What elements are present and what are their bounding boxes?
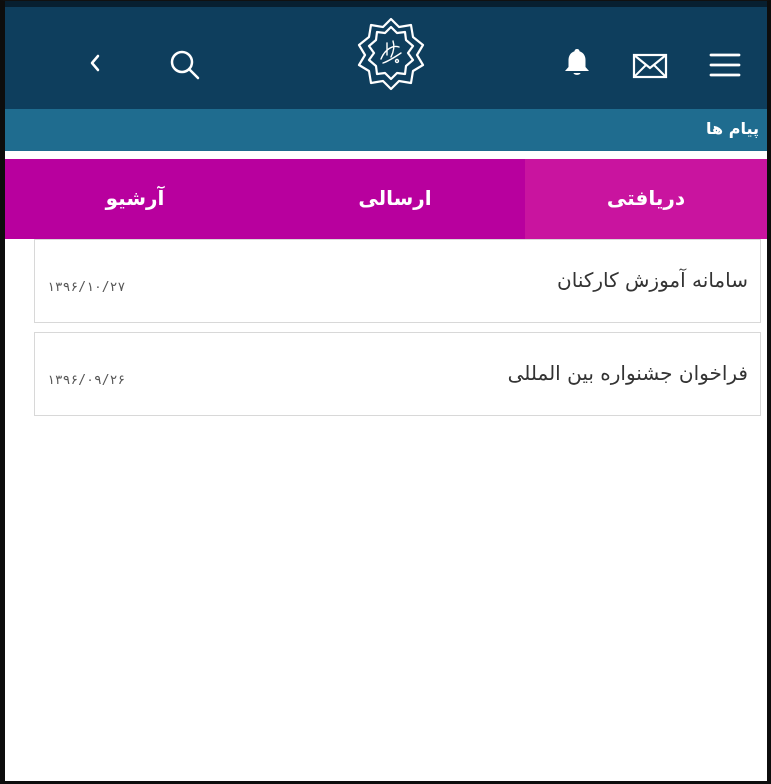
app-window: پیام ها آرشیو ارسالی دریافتی سامانه آموز…: [0, 0, 771, 784]
tab-bar: آرشیو ارسالی دریافتی: [5, 159, 767, 239]
message-subject: فراخوان جشنواره بین المللی: [507, 361, 748, 385]
top-bar: [5, 1, 767, 109]
emblem-logo: [353, 15, 429, 91]
page-title: پیام ها: [706, 119, 759, 138]
chevron-left-icon[interactable]: [87, 51, 103, 75]
search-icon[interactable]: [167, 47, 203, 83]
tab-archive[interactable]: آرشیو: [5, 159, 265, 239]
message-list: سامانه آموزش کارکنان ۱۳۹۶/۱۰/۲۷ فراخوان …: [34, 239, 761, 416]
envelope-icon[interactable]: [632, 53, 668, 79]
tab-sent[interactable]: ارسالی: [265, 159, 525, 239]
message-row[interactable]: فراخوان جشنواره بین المللی ۱۳۹۶/۰۹/۲۶: [34, 332, 761, 416]
message-date: ۱۳۹۶/۰۹/۲۶: [47, 373, 126, 388]
message-date: ۱۳۹۶/۱۰/۲۷: [47, 280, 126, 295]
message-subject: سامانه آموزش کارکنان: [557, 268, 748, 292]
bell-icon[interactable]: [563, 47, 591, 77]
tab-inbox[interactable]: دریافتی: [525, 159, 767, 239]
hamburger-menu-icon[interactable]: [709, 51, 741, 79]
message-row[interactable]: سامانه آموزش کارکنان ۱۳۹۶/۱۰/۲۷: [34, 239, 761, 323]
sub-header: پیام ها: [5, 109, 767, 151]
